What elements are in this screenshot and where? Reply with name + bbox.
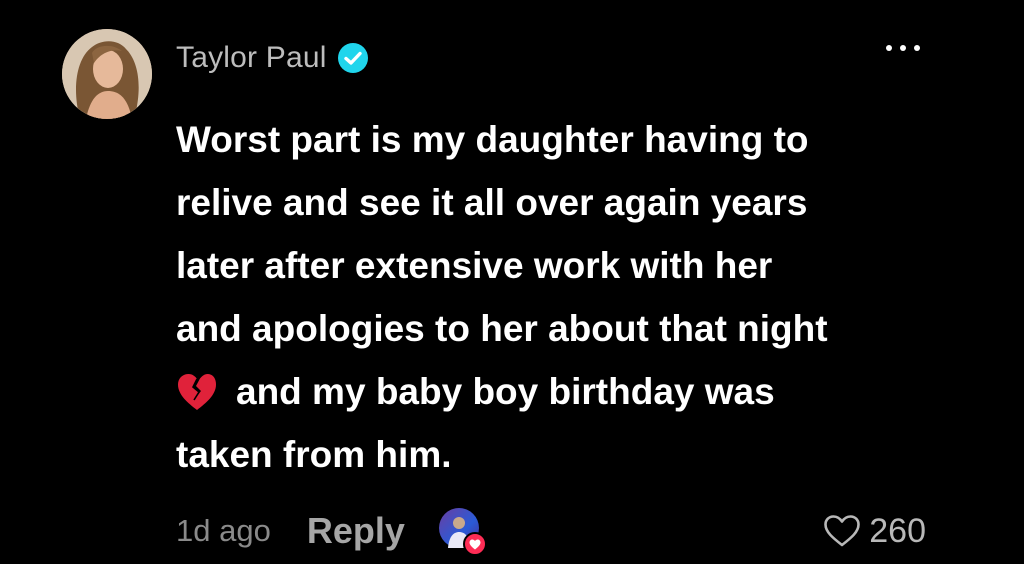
user-avatar[interactable]: [62, 29, 152, 119]
comment-line: Worst part is my daughter having to: [176, 119, 809, 160]
like-count: 260: [869, 511, 926, 550]
username[interactable]: Taylor Paul: [176, 41, 327, 75]
comment-line-with-emoji: and my baby boy birthday was: [176, 360, 956, 423]
more-options-icon[interactable]: [886, 38, 920, 58]
more-dot: [900, 45, 906, 51]
comment-line: and apologies to her about that night: [176, 308, 828, 349]
more-dot: [886, 45, 892, 51]
comment-line-text: and my baby boy birthday was: [236, 371, 775, 412]
liked-by-creator-heart-icon: [462, 532, 487, 556]
comment-line: later after extensive work with her: [176, 245, 773, 286]
more-dot: [914, 45, 920, 51]
timestamp: 1d ago: [176, 513, 271, 548]
heart-outline-icon: [824, 515, 861, 547]
verified-badge-icon: [337, 43, 368, 73]
like-button[interactable]: 260: [823, 506, 926, 556]
reply-button[interactable]: Reply: [307, 510, 405, 552]
broken-heart-icon: [178, 374, 216, 410]
comment-card: Taylor Paul Worst part is my daughter ha…: [0, 0, 1024, 564]
comment-line: relive and see it all over again years: [176, 182, 808, 223]
comment-header: Taylor Paul: [176, 38, 369, 78]
creator-liked-avatar-icon: [438, 508, 487, 556]
comment-footer: 1d ago Reply: [176, 506, 487, 556]
comment-line: taken from him.: [176, 434, 452, 475]
comment-text: Worst part is my daughter having to reli…: [176, 108, 956, 486]
